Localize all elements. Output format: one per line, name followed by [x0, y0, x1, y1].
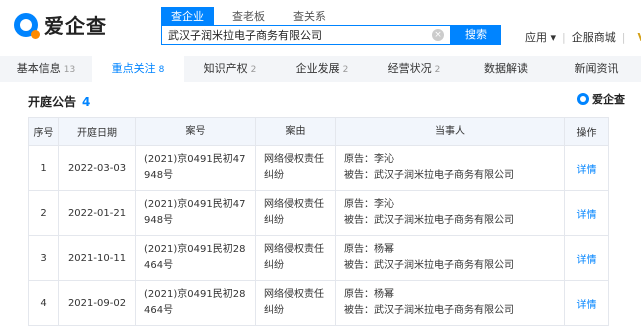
case-cause: 网络侵权责任 纠纷: [255, 235, 336, 281]
mall-link[interactable]: 企服商城: [572, 29, 616, 45]
detail-link[interactable]: 详情: [577, 255, 597, 266]
table-row: 1 2022-03-03 (2021)京0491民初47 948号 网络侵权责任纠…: [28, 145, 609, 191]
case-cause: 网络侵权责任 纠纷: [255, 145, 336, 191]
logo-icon: [577, 93, 589, 105]
tab-data-analysis[interactable]: 数据解读: [460, 56, 552, 82]
tab-development[interactable]: 企业发展 2: [276, 56, 368, 82]
tab-ip[interactable]: 知识产权 2: [184, 56, 276, 82]
clear-icon[interactable]: ×: [432, 29, 444, 41]
parties: 原告：李沁 被告：武汉子润米拉电子商务有限公司: [335, 145, 565, 191]
tab-basic-info[interactable]: 基本信息 13: [0, 56, 92, 82]
apps-menu[interactable]: 应用 ▾: [525, 29, 556, 45]
search-type-tabs: 查企业 查老板 查关系: [161, 7, 336, 25]
divider: |: [562, 30, 566, 44]
header-links: 应用 ▾ | 企服商城 | V: [525, 29, 641, 45]
table-row: 3 2021-10-11 (2021)京0491民初28 464号 网络侵权责任纠…: [28, 235, 609, 281]
tab-news[interactable]: 新闻资讯: [552, 56, 641, 82]
case-cause: 网络侵权责任 纠纷: [255, 280, 336, 326]
logo[interactable]: 爱企查: [14, 10, 107, 39]
tab-key-focus[interactable]: 重点关注 8: [92, 56, 184, 82]
search-tab-relation[interactable]: 查关系: [283, 7, 336, 25]
col-header-cause: 案由: [255, 117, 336, 146]
case-number: (2021)京0491民初47 948号: [135, 145, 256, 191]
col-header-index: 序号: [28, 117, 59, 146]
col-header-date: 开庭日期: [58, 117, 136, 146]
divider: |: [621, 30, 626, 44]
case-number: (2021)京0491民初47 948号: [135, 190, 256, 236]
col-header-action: 操作: [564, 117, 609, 146]
section-title: 开庭公告 4: [28, 95, 91, 109]
search-input[interactable]: [162, 28, 432, 42]
case-number: (2021)京0491民初28 464号: [135, 280, 256, 326]
search-tab-boss[interactable]: 查老板: [222, 7, 275, 25]
table-header-row: 序号 开庭日期 案号 案由 当事人 操作: [28, 117, 609, 146]
search-button[interactable]: 搜索: [451, 25, 501, 45]
case-cause: 网络侵权责任 纠纷: [255, 190, 336, 236]
detail-link[interactable]: 详情: [577, 165, 597, 176]
tab-operation[interactable]: 经营状况 2: [368, 56, 460, 82]
parties: 原告：李沁 被告：武汉子润米拉电子商务有限公司: [335, 190, 565, 236]
detail-link[interactable]: 详情: [577, 300, 597, 311]
top-header: 爱企查 查企业 查老板 查关系 × 搜索 应用 ▾ | 企服商城 | V: [0, 0, 641, 56]
logo-text: 爱企查: [44, 14, 107, 38]
logo-icon: [14, 12, 40, 39]
detail-nav-tabs: 基本信息 13 重点关注 8 知识产权 2 企业发展 2 经营状况 2 数据解读 新闻资讯: [0, 56, 641, 82]
parties: 原告：杨幂 被告：武汉子润米拉电子商务有限公司: [335, 280, 565, 326]
table-row: 2 2022-01-21 (2021)京0491民初47 948号 网络侵权责任纠…: [28, 190, 609, 236]
search-box: ×: [161, 25, 451, 45]
court-notice-table: 序号 开庭日期 案号 案由 当事人 操作 1 2022-03-03 (2021)…: [28, 117, 609, 326]
table-row: 4 2021-09-02 (2021)京0491民初28 464号 网络侵权责任纠…: [28, 280, 609, 326]
col-header-case-no: 案号: [135, 117, 256, 146]
brand-watermark: 爱企查: [577, 91, 625, 107]
detail-link[interactable]: 详情: [577, 210, 597, 221]
section-count: 4: [82, 95, 91, 109]
search-tab-company[interactable]: 查企业: [161, 7, 214, 25]
col-header-parties: 当事人: [335, 117, 565, 146]
vip-link[interactable]: V: [637, 31, 641, 44]
case-number: (2021)京0491民初28 464号: [135, 235, 256, 281]
parties: 原告：杨幂 被告：武汉子润米拉电子商务有限公司: [335, 235, 565, 281]
